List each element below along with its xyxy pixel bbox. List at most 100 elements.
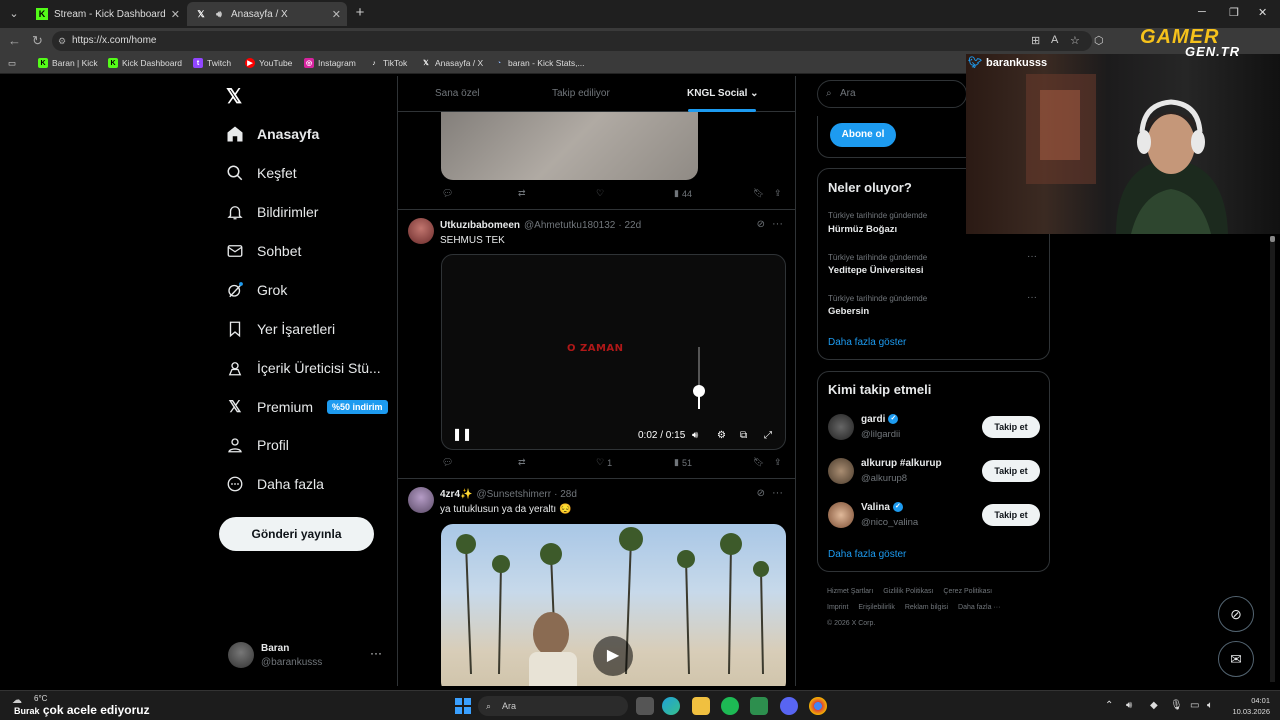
author-handle[interactable]: @Ahmetutku180132 [524,220,615,231]
follow-button[interactable]: Takip et [982,416,1040,438]
nav-grok[interactable]: Grok [226,281,287,299]
footer-link[interactable]: Imprint [827,604,848,611]
avatar[interactable] [408,487,434,513]
reload-icon[interactable]: ↻ [32,33,43,49]
tab-search-icon[interactable]: ⌄ [4,4,24,24]
views-stat[interactable]: ▮ 51 [674,457,692,468]
repost-icon[interactable]: ⇄ [518,457,526,468]
fullscreen-icon[interactable]: ⤢ [764,430,772,441]
post-media[interactable] [441,112,698,180]
url-field[interactable]: ⚙︎ https://x.com/home [52,31,1092,51]
more-icon[interactable]: ··· [772,487,783,499]
volume-knob[interactable] [693,385,705,397]
nav-explore[interactable]: Keşfet [226,164,297,182]
minimize-icon[interactable]: ─ [1198,6,1206,18]
footer-link[interactable]: Erişilebilirlik [858,604,895,611]
author-handle[interactable]: @Sunsetshimerr [476,489,551,500]
share-icon[interactable]: ⇪ [774,188,782,199]
follow-button[interactable]: Takip et [982,504,1040,526]
page-scrollbar[interactable] [1270,236,1275,682]
like-icon[interactable]: ♡ [596,188,604,199]
nav-notifications[interactable]: Bildirimler [226,203,318,221]
tray-expand-icon[interactable]: ⌃ [1105,700,1113,711]
star-icon[interactable]: ☆ [1070,34,1080,47]
more-icon[interactable]: ··· [1027,251,1037,262]
footer-link[interactable]: Hizmet Şartları [827,588,873,595]
follow-suggestion[interactable]: Valina ✓ @nico_valina Takip et [828,500,1040,532]
nav-messages[interactable]: Sohbet [226,242,301,260]
bookmark-kick-stats[interactable]: ◔ baran - Kick Stats,... [494,58,585,68]
scrollbar-thumb[interactable] [1270,236,1275,242]
bookmark-twitch[interactable]: t Twitch [193,58,231,68]
bookmark-instagram[interactable]: ◎ Instagram [304,58,356,68]
messages-float-button[interactable]: ✉ [1218,641,1254,677]
site-info-icon[interactable]: ⚙︎ [58,31,66,51]
taskbar-clock[interactable]: 04:01 10.03.2026 [1226,695,1270,717]
tab-following[interactable]: Takip ediliyor [552,88,610,99]
start-icon[interactable] [455,698,471,714]
play-icon[interactable]: ▶ [593,636,633,676]
repost-icon[interactable]: ⇄ [518,188,526,199]
task-view-icon[interactable] [636,697,654,715]
x-logo-icon[interactable]: 𝕏 [226,84,242,109]
show-more-link[interactable]: Daha fazla göster [828,549,906,560]
footer-link[interactable]: Gizlilik Politikası [883,588,933,595]
post-time[interactable]: · 28d [554,489,577,500]
share-icon[interactable]: ⇪ [774,457,782,468]
reply-icon[interactable]: 💬︎ [442,188,453,199]
more-icon[interactable]: ··· [370,646,382,660]
nav-bookmarks[interactable]: Yer İşaretleri [226,320,335,338]
bookmark-baran-kick[interactable]: K Baran | Kick [38,58,98,68]
grok-icon[interactable]: ⊘ [757,219,765,230]
bookmarks-menu-icon[interactable]: ▭ [8,58,16,69]
grok-icon[interactable]: ⊘ [757,488,765,499]
file-explorer-icon[interactable] [692,697,710,715]
bookmark-youtube[interactable]: ▶ YouTube [245,58,292,68]
follow-suggestion[interactable]: gardi ✓ @lilgardii Takip et [828,412,1040,444]
pause-icon[interactable]: ❚❚ [452,427,472,441]
speaker-icon[interactable]: 🔊︎ [213,8,225,20]
pip-icon[interactable]: ⧉ [740,430,747,441]
tray-app-icon[interactable]: ◆ [1150,700,1158,711]
video-player[interactable]: O ZAMAN ❚❚ 0:02 / 0:15 🔊︎ ⚙︎ ⧉ ⤢ [441,254,786,450]
settings-icon[interactable]: ⚙︎ [717,430,726,441]
close-icon[interactable]: ✕ [171,8,180,21]
post-time[interactable]: · 22d [618,220,641,231]
subscribe-button[interactable]: Abone ol [830,123,896,147]
chrome-icon[interactable] [809,697,827,715]
like-stat[interactable]: ♡ 1 [596,457,612,468]
taskbar-search[interactable]: ⌕ Ara [478,696,628,716]
grok-float-button[interactable]: ⊘ [1218,596,1254,632]
close-window-icon[interactable]: ✕ [1258,6,1267,19]
nav-premium[interactable]: 𝕏 Premium %50 indirim [226,398,388,416]
more-icon[interactable]: ··· [772,218,783,230]
search-input[interactable]: ⌕ Ara [817,80,967,108]
trend-name[interactable]: Hürmüz Boğazı [828,224,897,235]
extensions-icon[interactable]: ⬡ [1094,34,1104,47]
new-tab-button[interactable]: + [350,4,370,21]
tray-mic-icon[interactable]: 🎙︎ [1170,700,1183,711]
follow-suggestion[interactable]: alkurup #alkurup @alkurup8 Takip et [828,456,1040,488]
bookmark-icon[interactable]: 🔖︎ [753,457,764,468]
author-name[interactable]: Utkuzıbabomeen [440,220,520,231]
trend-name[interactable]: Yeditepe Üniversitesi [828,265,924,276]
app-icon[interactable] [750,697,768,715]
tray-volume-icon[interactable]: 🔈︎ [1207,700,1213,711]
author-name[interactable]: 4zr4✨ [440,489,472,500]
reply-icon[interactable]: 💬︎ [442,457,453,468]
account-switcher[interactable]: Baran @barankusss ··· [226,640,396,672]
footer-link[interactable]: Çerez Politikası [943,588,992,595]
nav-profile[interactable]: Profil [226,436,289,454]
more-icon[interactable]: ··· [1027,292,1037,303]
post-video-thumbnail[interactable]: ▶ [441,524,786,686]
tab-kick-dashboard[interactable]: K Stream - Kick Dashboard ✕ [28,2,186,26]
trend-name[interactable]: Gebersin [828,306,869,317]
avatar[interactable] [408,218,434,244]
views-stat[interactable]: ▮ 44 [674,188,692,199]
volume-icon[interactable]: 🔊︎ [692,430,698,441]
discord-icon[interactable] [780,697,798,715]
close-icon[interactable]: ✕ [332,8,341,21]
back-icon[interactable]: ← [8,33,21,48]
edge-icon[interactable] [662,697,680,715]
bookmark-kick-dashboard[interactable]: K Kick Dashboard [108,58,182,68]
